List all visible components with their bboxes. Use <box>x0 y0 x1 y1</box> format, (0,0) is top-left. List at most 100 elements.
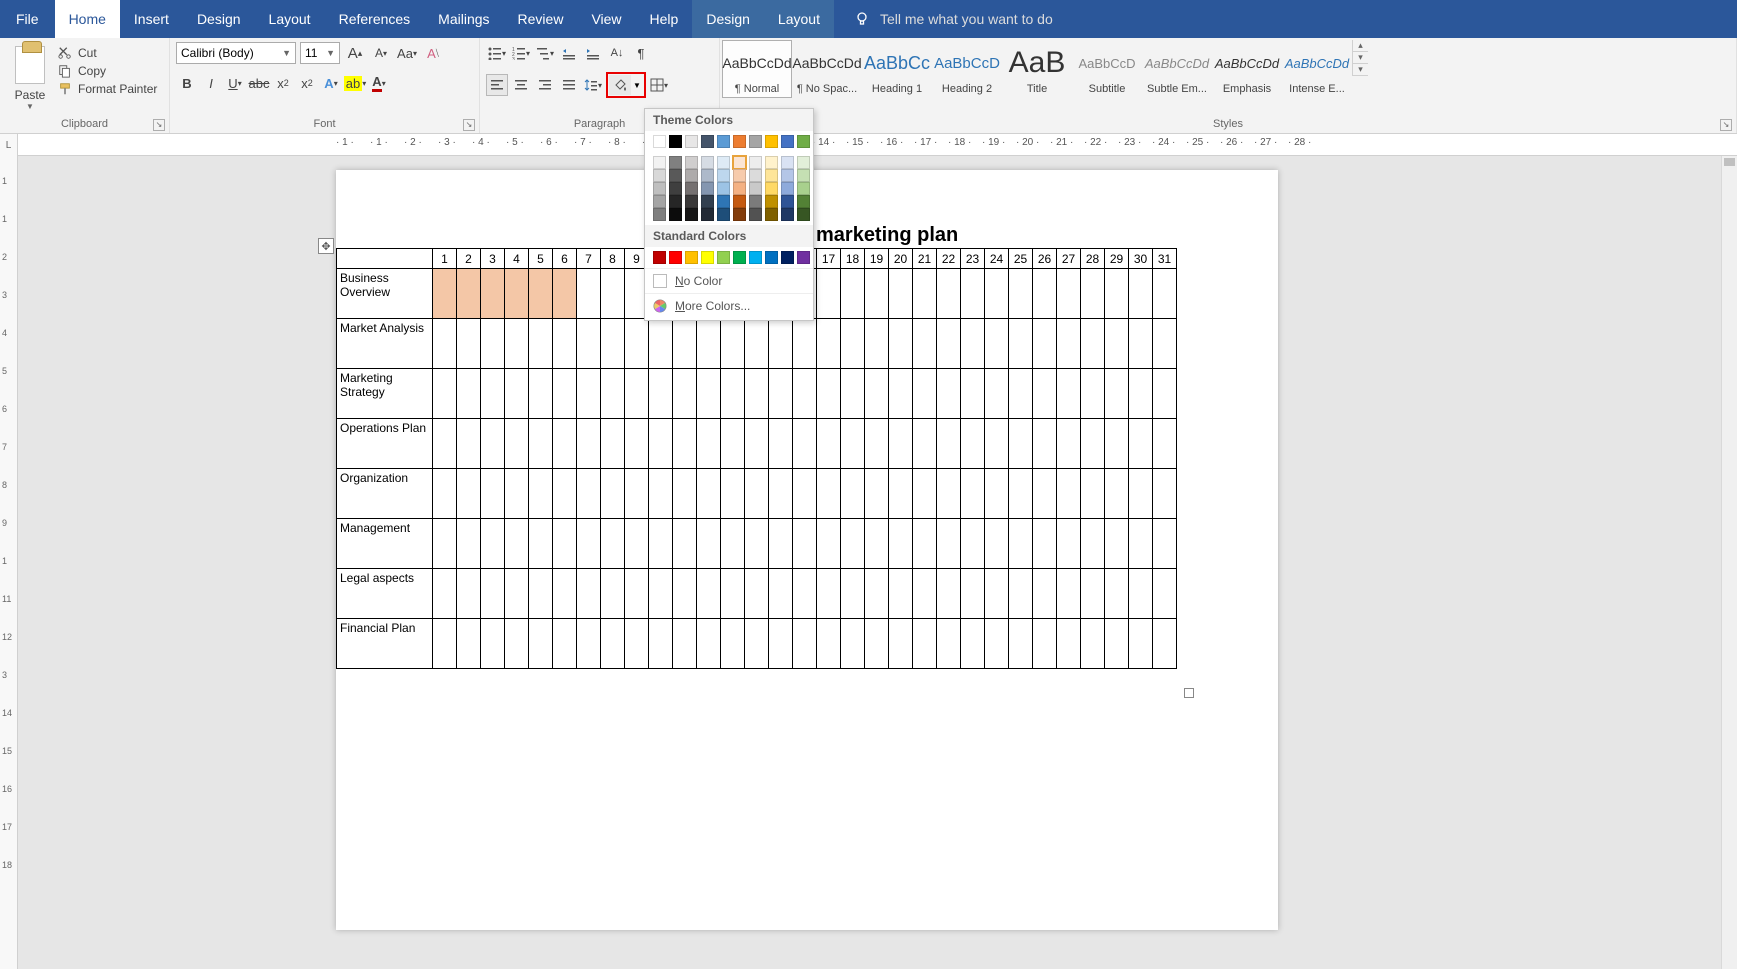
strikethrough-button[interactable]: abc <box>248 72 270 94</box>
color-swatch[interactable] <box>717 208 730 221</box>
table-cell[interactable] <box>745 619 769 669</box>
tab-view[interactable]: View <box>577 0 635 38</box>
color-swatch[interactable] <box>749 156 762 169</box>
table-cell[interactable] <box>625 319 649 369</box>
table-cell[interactable] <box>889 569 913 619</box>
color-swatch[interactable] <box>749 251 762 264</box>
color-swatch[interactable] <box>653 156 666 169</box>
table-cell[interactable] <box>1153 469 1177 519</box>
table-cell[interactable] <box>697 419 721 469</box>
table-cell[interactable] <box>1081 619 1105 669</box>
table-cell[interactable] <box>817 469 841 519</box>
table-cell[interactable] <box>1081 569 1105 619</box>
color-swatch[interactable] <box>797 208 810 221</box>
table-cell[interactable] <box>673 369 697 419</box>
col-header[interactable]: 18 <box>841 249 865 269</box>
tab-home[interactable]: Home <box>55 0 120 38</box>
col-header[interactable]: 6 <box>553 249 577 269</box>
table-cell[interactable] <box>697 319 721 369</box>
table-cell[interactable] <box>985 269 1009 319</box>
table-cell[interactable] <box>1105 369 1129 419</box>
table-cell[interactable] <box>1009 319 1033 369</box>
color-swatch[interactable] <box>765 135 778 148</box>
table-cell[interactable] <box>481 619 505 669</box>
paste-button[interactable]: Paste ▼ <box>6 42 54 111</box>
align-center-button[interactable] <box>510 74 532 96</box>
table-cell[interactable] <box>505 269 529 319</box>
table-cell[interactable] <box>721 319 745 369</box>
table-cell[interactable] <box>985 519 1009 569</box>
table-cell[interactable] <box>841 369 865 419</box>
row-label[interactable]: Financial Plan <box>337 619 433 669</box>
color-swatch[interactable] <box>701 251 714 264</box>
color-swatch[interactable] <box>781 251 794 264</box>
table-cell[interactable] <box>505 369 529 419</box>
table-cell[interactable] <box>769 469 793 519</box>
table-cell[interactable] <box>961 469 985 519</box>
table-cell[interactable] <box>649 419 673 469</box>
table-cell[interactable] <box>1009 519 1033 569</box>
table-cell[interactable] <box>577 269 601 319</box>
color-swatch[interactable] <box>701 195 714 208</box>
table-cell[interactable] <box>1033 369 1057 419</box>
table-cell[interactable] <box>745 419 769 469</box>
color-swatch[interactable] <box>717 156 730 169</box>
table-cell[interactable] <box>577 619 601 669</box>
table-cell[interactable] <box>889 269 913 319</box>
row-label[interactable]: Management <box>337 519 433 569</box>
table-cell[interactable] <box>553 319 577 369</box>
table-cell[interactable] <box>553 369 577 419</box>
table-cell[interactable] <box>961 369 985 419</box>
table-cell[interactable] <box>481 269 505 319</box>
col-header[interactable]: 31 <box>1153 249 1177 269</box>
color-swatch[interactable] <box>781 169 794 182</box>
table-cell[interactable] <box>577 419 601 469</box>
color-swatch[interactable] <box>685 251 698 264</box>
ruler-corner[interactable]: L <box>0 134 18 156</box>
table-cell[interactable] <box>529 269 553 319</box>
table-cell[interactable] <box>793 369 817 419</box>
align-right-button[interactable] <box>534 74 556 96</box>
table-cell[interactable] <box>1081 469 1105 519</box>
shading-button[interactable]: ▼ <box>606 72 646 98</box>
table-cell[interactable] <box>937 419 961 469</box>
color-swatch[interactable] <box>669 208 682 221</box>
table-cell[interactable] <box>481 369 505 419</box>
color-swatch[interactable] <box>653 182 666 195</box>
table-cell[interactable] <box>577 469 601 519</box>
color-swatch[interactable] <box>749 195 762 208</box>
style-subtle-em-[interactable]: AaBbCcDdSubtle Em... <box>1142 40 1212 98</box>
color-swatch[interactable] <box>653 169 666 182</box>
color-swatch[interactable] <box>749 135 762 148</box>
col-header[interactable]: 29 <box>1105 249 1129 269</box>
table-cell[interactable] <box>697 619 721 669</box>
table-cell[interactable] <box>745 469 769 519</box>
table-cell[interactable] <box>481 519 505 569</box>
show-marks-button[interactable]: ¶ <box>630 42 652 64</box>
table-cell[interactable] <box>1009 369 1033 419</box>
table-cell[interactable] <box>1057 469 1081 519</box>
col-header[interactable]: 8 <box>601 249 625 269</box>
table-cell[interactable] <box>817 419 841 469</box>
decrease-indent-button[interactable] <box>558 42 580 64</box>
table-cell[interactable] <box>937 469 961 519</box>
table-cell[interactable] <box>457 369 481 419</box>
color-swatch[interactable] <box>781 182 794 195</box>
table-cell[interactable] <box>961 269 985 319</box>
table-cell[interactable] <box>721 369 745 419</box>
color-swatch[interactable] <box>717 195 730 208</box>
table-cell[interactable] <box>937 269 961 319</box>
table-cell[interactable] <box>457 319 481 369</box>
table-cell[interactable] <box>865 269 889 319</box>
col-header[interactable]: 26 <box>1033 249 1057 269</box>
table-cell[interactable] <box>865 469 889 519</box>
table-cell[interactable] <box>937 319 961 369</box>
borders-button[interactable]: ▾ <box>648 74 670 96</box>
table-cell[interactable] <box>505 569 529 619</box>
table-cell[interactable] <box>1105 419 1129 469</box>
table-cell[interactable] <box>553 519 577 569</box>
table-cell[interactable] <box>529 619 553 669</box>
table-cell[interactable] <box>793 419 817 469</box>
tab-help[interactable]: Help <box>636 0 693 38</box>
subscript-button[interactable]: x2 <box>272 72 294 94</box>
